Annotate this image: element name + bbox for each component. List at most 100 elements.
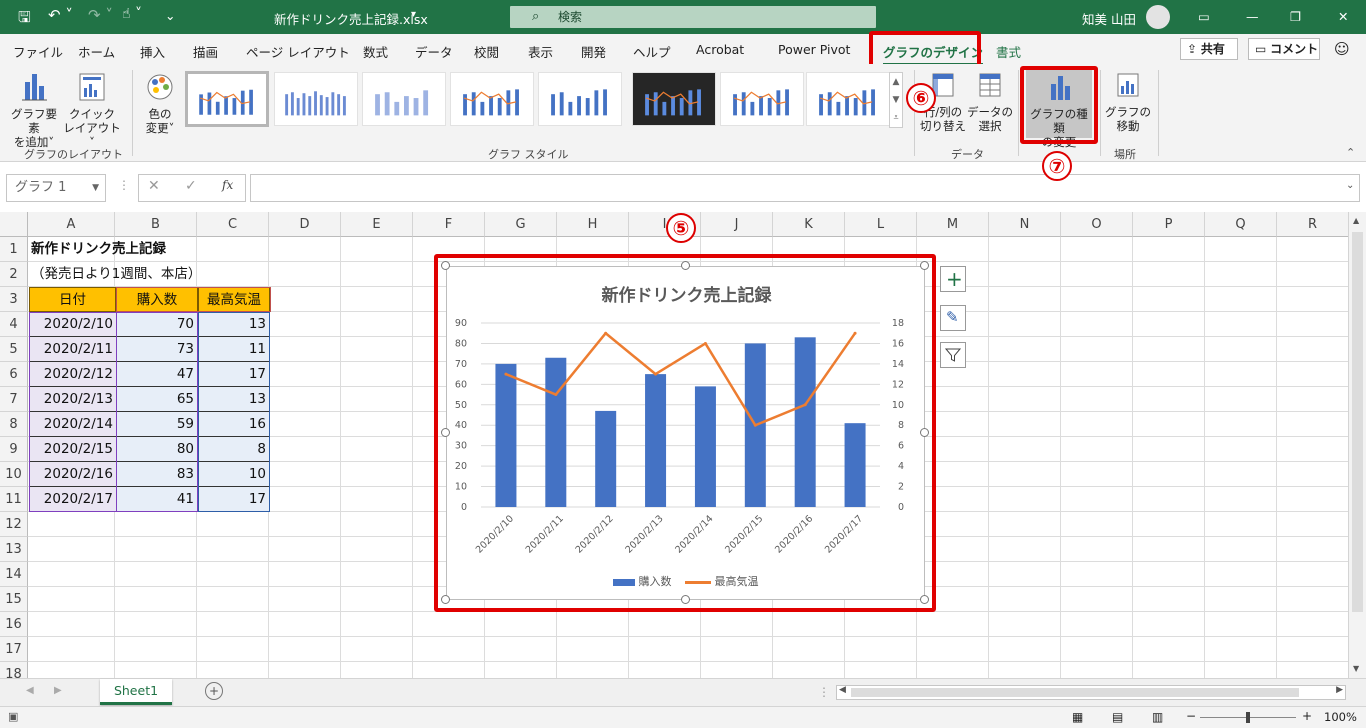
scroll-down-icon[interactable]: ▼: [1353, 664, 1359, 673]
avatar[interactable]: [1146, 5, 1170, 29]
tab-review[interactable]: 校閲: [474, 42, 499, 61]
user-name[interactable]: 知美 山田: [1082, 9, 1136, 28]
add-sheet-icon[interactable]: +: [205, 682, 223, 700]
name-box-chevron-icon[interactable]: ▼: [92, 175, 99, 201]
tab-insert[interactable]: 挿入: [140, 42, 165, 61]
insert-function-icon[interactable]: fx: [222, 178, 233, 192]
vertical-scrollbar[interactable]: ▲ ▼: [1348, 212, 1366, 678]
sheet-tab-sheet1[interactable]: Sheet1: [100, 679, 172, 705]
enter-icon[interactable]: ✓: [185, 178, 197, 194]
header-date[interactable]: 日付: [29, 287, 116, 312]
file-menu-chevron-icon[interactable]: ▾: [411, 9, 416, 20]
chart-style-8[interactable]: [806, 72, 890, 126]
macro-record-icon[interactable]: ▣: [8, 710, 18, 723]
column-header-p[interactable]: P: [1133, 212, 1205, 237]
smiley-icon[interactable]: ☺: [1334, 40, 1350, 58]
column-header-l[interactable]: L: [845, 212, 917, 237]
page-layout-view-icon[interactable]: ▤: [1112, 710, 1123, 724]
scroll-right-icon[interactable]: ▶: [1336, 685, 1343, 695]
redo-icon[interactable]: ↷ ˅: [88, 6, 113, 24]
scroll-left-icon[interactable]: ◀: [839, 685, 846, 695]
row-header-1[interactable]: 1: [0, 237, 28, 262]
tab-format[interactable]: 書式: [996, 42, 1021, 61]
chart-style-2[interactable]: [274, 72, 358, 126]
tab-home[interactable]: ホーム: [78, 42, 115, 61]
column-header-e[interactable]: E: [341, 212, 413, 237]
chart-style-7[interactable]: [720, 72, 804, 126]
select-data-button[interactable]: データの 選択: [966, 70, 1014, 133]
chart-style-1[interactable]: [185, 71, 269, 127]
minimize-icon[interactable]: —: [1246, 9, 1259, 24]
column-header-r[interactable]: R: [1277, 212, 1349, 237]
style-gallery-scroll[interactable]: ▲ ▼ ⩡: [889, 72, 903, 128]
tab-file[interactable]: ファイル: [13, 42, 63, 61]
chart-style-5[interactable]: [538, 72, 622, 126]
row-header-10[interactable]: 10: [0, 462, 28, 487]
tab-help[interactable]: ヘルプ: [633, 42, 671, 61]
tab-draw[interactable]: 描画: [193, 42, 218, 61]
zoom-in-icon[interactable]: +: [1302, 709, 1312, 723]
undo-icon[interactable]: ↶ ˅: [48, 6, 73, 24]
expand-formula-bar-icon[interactable]: ⌄: [1346, 180, 1354, 191]
restore-icon[interactable]: ❐: [1290, 9, 1301, 24]
column-header-f[interactable]: F: [413, 212, 485, 237]
cancel-icon[interactable]: ✕: [148, 178, 160, 194]
column-header-q[interactable]: Q: [1205, 212, 1277, 237]
cell-a2-subtitle[interactable]: （発売日より1週間、本店）: [31, 262, 201, 287]
cell-a1-title[interactable]: 新作ドリンク売上記録: [31, 237, 166, 262]
tab-formulas[interactable]: 数式: [363, 42, 388, 61]
zoom-out-icon[interactable]: −: [1186, 709, 1196, 723]
column-header-o[interactable]: O: [1061, 212, 1133, 237]
column-header-j[interactable]: J: [701, 212, 773, 237]
row-header-3[interactable]: 3: [0, 287, 28, 312]
column-header-h[interactable]: H: [557, 212, 629, 237]
row-header-16[interactable]: 16: [0, 612, 28, 637]
ribbon-display-icon[interactable]: ▭: [1198, 9, 1210, 24]
column-header-d[interactable]: D: [269, 212, 341, 237]
quick-layout-button[interactable]: クイック レイアウト˅: [62, 70, 122, 149]
chart-style-6[interactable]: [632, 72, 716, 126]
normal-view-icon[interactable]: ▦: [1072, 710, 1083, 724]
column-header-m[interactable]: M: [917, 212, 989, 237]
column-header-k[interactable]: K: [773, 212, 845, 237]
chart-style-3[interactable]: [362, 72, 446, 126]
column-header-a[interactable]: A: [28, 212, 115, 237]
row-header-6[interactable]: 6: [0, 362, 28, 387]
chart-elements-button[interactable]: +: [940, 266, 966, 292]
tab-power-pivot[interactable]: Power Pivot: [778, 42, 850, 57]
add-chart-element-button[interactable]: グラフ要素 を追加˅: [6, 70, 62, 149]
row-header-8[interactable]: 8: [0, 412, 28, 437]
row-header-5[interactable]: 5: [0, 337, 28, 362]
scroll-up-icon[interactable]: ▲: [1353, 216, 1359, 225]
column-header-c[interactable]: C: [197, 212, 269, 237]
collapse-ribbon-icon[interactable]: ⌃: [1346, 146, 1355, 159]
tab-acrobat[interactable]: Acrobat: [696, 42, 744, 57]
row-header-12[interactable]: 12: [0, 512, 28, 537]
move-chart-button[interactable]: グラフの 移動: [1104, 70, 1152, 133]
row-header-2[interactable]: 2: [0, 262, 28, 287]
column-header-n[interactable]: N: [989, 212, 1061, 237]
touch-mode-icon[interactable]: ☝ ˅: [122, 6, 142, 22]
row-header-11[interactable]: 11: [0, 487, 28, 512]
column-header-g[interactable]: G: [485, 212, 557, 237]
customize-qat-icon[interactable]: ⌄: [165, 8, 175, 23]
page-break-view-icon[interactable]: ▥: [1152, 710, 1163, 724]
share-button[interactable]: ⇪ 共有: [1180, 38, 1238, 60]
row-header-13[interactable]: 13: [0, 537, 28, 562]
chart-style-4[interactable]: [450, 72, 534, 126]
column-header-b[interactable]: B: [115, 212, 197, 237]
row-header-9[interactable]: 9: [0, 437, 28, 462]
hscroll-thumb[interactable]: [851, 688, 1299, 697]
close-icon[interactable]: ✕: [1338, 9, 1348, 24]
tab-data[interactable]: データ: [415, 42, 453, 61]
name-box[interactable]: グラフ 1 ▼: [6, 174, 106, 202]
tab-view[interactable]: 表示: [528, 42, 553, 61]
chart-filters-button[interactable]: [940, 342, 966, 368]
tab-developer[interactable]: 開発: [581, 42, 606, 61]
comment-button[interactable]: ▭ コメント: [1248, 38, 1320, 60]
chart-styles-button[interactable]: ✎: [940, 305, 966, 331]
save-icon[interactable]: 🖫: [18, 7, 31, 32]
row-header-15[interactable]: 15: [0, 587, 28, 612]
prev-sheet-icon[interactable]: ◀: [26, 685, 34, 696]
next-sheet-icon[interactable]: ▶: [54, 685, 62, 696]
